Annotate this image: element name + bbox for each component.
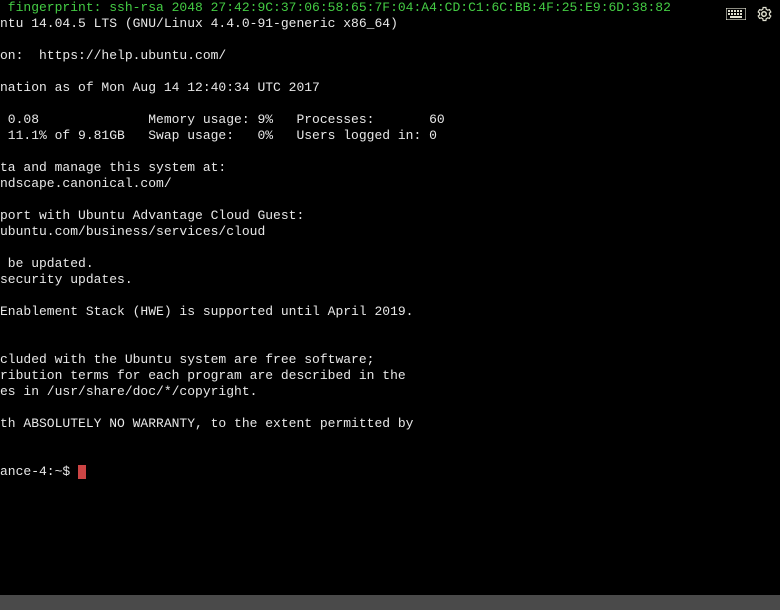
terminal-line: nation as of Mon Aug 14 12:40:34 UTC 201… [0, 80, 320, 95]
terminal-line: cluded with the Ubuntu system are free s… [0, 352, 374, 367]
terminal-line: ubuntu.com/business/services/cloud [0, 224, 265, 239]
terminal-line: th ABSOLUTELY NO WARRANTY, to the extent… [0, 416, 413, 431]
fingerprint-line: fingerprint: ssh-rsa 2048 27:42:9C:37:06… [0, 0, 671, 15]
terminal-line: ndscape.canonical.com/ [0, 176, 172, 191]
terminal-line: Enablement Stack (HWE) is supported unti… [0, 304, 413, 319]
keyboard-icon[interactable] [726, 7, 746, 21]
terminal-line: on: https://help.ubuntu.com/ [0, 48, 226, 63]
terminal-line: port with Ubuntu Advantage Cloud Guest: [0, 208, 304, 223]
terminal-line: ribution terms for each program are desc… [0, 368, 406, 383]
terminal-line: es in /usr/share/doc/*/copyright. [0, 384, 257, 399]
terminal-line: 0.08 Memory usage: 9% Processes: 60 [0, 112, 445, 127]
terminal-window[interactable]: fingerprint: ssh-rsa 2048 27:42:9C:37:06… [0, 0, 780, 595]
terminal-line: be updated. [0, 256, 94, 271]
window-bottom-bar [0, 595, 780, 610]
terminal-cursor [78, 465, 86, 479]
shell-prompt: ance-4:~$ [0, 464, 78, 479]
system-tray [726, 6, 772, 22]
terminal-output: fingerprint: ssh-rsa 2048 27:42:9C:37:06… [0, 0, 780, 480]
terminal-line: security updates. [0, 272, 133, 287]
terminal-line: ntu 14.04.5 LTS (GNU/Linux 4.4.0-91-gene… [0, 16, 398, 31]
gear-icon[interactable] [756, 6, 772, 22]
terminal-line: ta and manage this system at: [0, 160, 226, 175]
terminal-line: 11.1% of 9.81GB Swap usage: 0% Users log… [0, 128, 437, 143]
